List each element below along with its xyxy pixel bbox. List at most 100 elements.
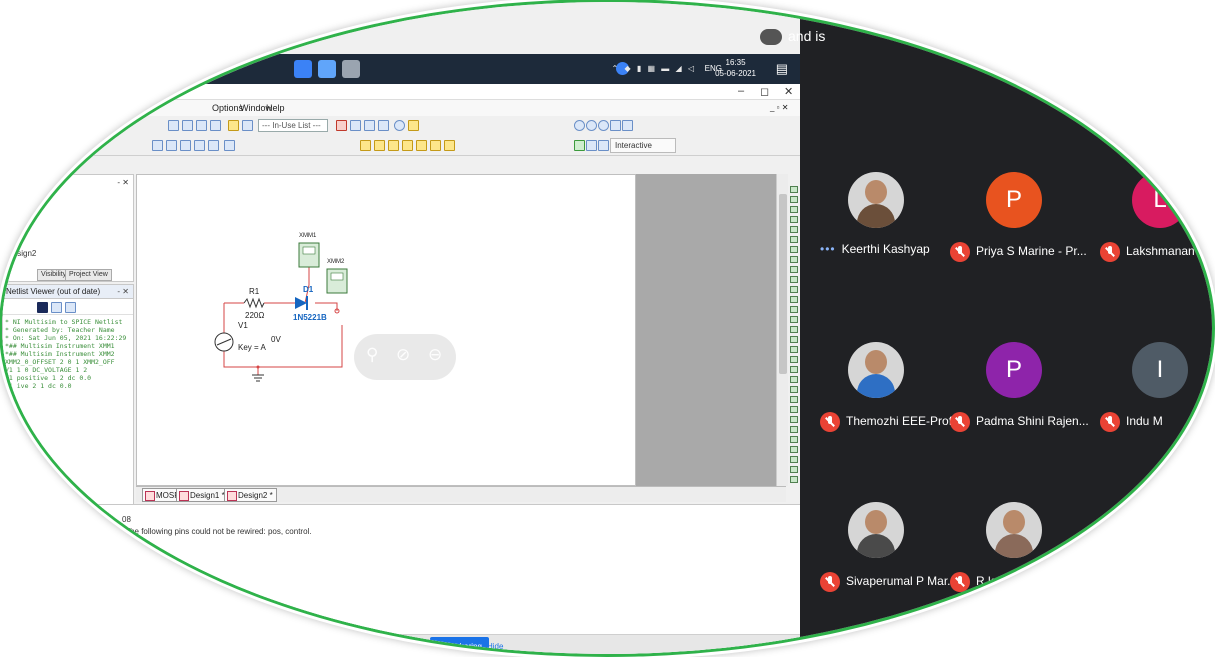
schematic-canvas[interactable]: XMM1 XMM2 R1 220Ω D1 1N5221B V1 0V Key =… (136, 174, 636, 486)
toolbar-button[interactable] (210, 120, 221, 131)
instrument-icon[interactable] (790, 216, 798, 223)
toolbar-button[interactable] (374, 140, 385, 151)
instrument-icon[interactable] (790, 276, 798, 283)
instrument-icon[interactable] (790, 386, 798, 393)
canvas-vertical-scrollbar[interactable] (776, 174, 788, 486)
participant-tile[interactable]: R k kar... (950, 492, 1110, 602)
instrument-icon[interactable] (790, 466, 798, 473)
participant-tile[interactable]: I Indu M (1100, 332, 1212, 442)
interactive-mode-selector[interactable]: Interactive (610, 138, 676, 153)
instrument-icon[interactable] (790, 426, 798, 433)
zoom-in-icon[interactable] (574, 120, 585, 131)
taskbar-app-icon[interactable] (318, 60, 336, 78)
stop-sharing-button[interactable]: Stop sharing (430, 637, 489, 654)
participant-tile[interactable]: P Priya S Marine - Pr... (950, 162, 1110, 272)
notification-icon[interactable]: ▤ (776, 61, 788, 77)
tab-design2[interactable]: Design2 * (224, 488, 277, 502)
toolbox-item[interactable]: ult1 (7, 221, 20, 230)
instrument-icon[interactable] (790, 226, 798, 233)
instrument-icon[interactable] (790, 456, 798, 463)
toolbar-button[interactable] (152, 140, 163, 151)
system-tray-icons[interactable]: ⌃ ◆ ▮ ▦ ▬ ◢ ◁ (612, 64, 696, 73)
pin-icon[interactable]: ⚲ (366, 345, 378, 365)
toolbar-button[interactable] (208, 140, 219, 151)
participant-tile[interactable]: L Lakshmanan sup... (1100, 162, 1212, 272)
tab-project-view[interactable]: Project View (65, 269, 112, 281)
zoom-area-icon[interactable] (598, 120, 609, 131)
help-icon[interactable] (408, 120, 419, 131)
toolbar-button[interactable] (224, 140, 235, 151)
instrument-icon[interactable] (790, 416, 798, 423)
save-icon[interactable] (37, 302, 48, 313)
toolbar-button[interactable] (180, 140, 191, 151)
toolbar-button[interactable] (388, 140, 399, 151)
print-icon[interactable] (65, 302, 76, 313)
instrument-icon[interactable] (790, 186, 798, 193)
toolbar-button[interactable] (402, 140, 413, 151)
toolbar-button[interactable] (336, 120, 347, 131)
taskbar-clock[interactable]: 16:35 05-06-2021 (715, 57, 756, 79)
toolbar-button[interactable] (378, 120, 389, 131)
remove-icon[interactable]: ⊖ (428, 345, 442, 365)
toolbar-button[interactable] (166, 140, 177, 151)
taskbar-app-icon[interactable] (294, 60, 312, 78)
tab-design1[interactable]: Design1 * (176, 488, 229, 502)
restore-icon[interactable]: ◻ (760, 85, 769, 98)
instrument-icon[interactable] (790, 206, 798, 213)
zoom-icon[interactable] (394, 120, 405, 131)
in-use-list-combo[interactable]: --- In-Use List --- (258, 119, 328, 132)
instrument-icon[interactable] (790, 306, 798, 313)
toolbar-button[interactable] (182, 120, 193, 131)
toolbar-button[interactable] (444, 140, 455, 151)
run-simulation-icon[interactable] (574, 140, 585, 151)
instrument-icon[interactable] (790, 266, 798, 273)
instrument-icon[interactable] (790, 346, 798, 353)
instrument-icon[interactable] (790, 476, 798, 483)
instrument-icon[interactable] (790, 196, 798, 203)
toolbar-button[interactable] (168, 120, 179, 131)
toolbar-button[interactable] (194, 140, 205, 151)
toolbar-button[interactable] (360, 140, 371, 151)
toolbar-button[interactable] (196, 120, 207, 131)
instrument-icon[interactable] (790, 366, 798, 373)
instrument-icon[interactable] (790, 236, 798, 243)
mute-icon[interactable]: ⊘ (396, 345, 410, 365)
scrollbar-thumb[interactable] (779, 194, 787, 374)
instrument-icon[interactable] (790, 336, 798, 343)
instrument-icon[interactable] (790, 436, 798, 443)
instrument-icon[interactable] (790, 376, 798, 383)
toolbar-button[interactable] (430, 140, 441, 151)
toolbar-button[interactable] (242, 120, 253, 131)
instrument-icon[interactable] (790, 246, 798, 253)
instrument-icon[interactable] (790, 396, 798, 403)
toolbar-button[interactable] (416, 140, 427, 151)
panel-close-icon[interactable]: - ✕ (117, 178, 129, 187)
menu-item-help[interactable]: Help (266, 103, 285, 113)
mdi-window-controls[interactable]: _ ▫ ✕ (770, 103, 788, 112)
menu-item-options[interactable]: Options (212, 103, 243, 113)
zoom-fit-icon[interactable] (610, 120, 621, 131)
close-icon[interactable]: ✕ (784, 85, 793, 98)
instrument-icon[interactable] (790, 406, 798, 413)
instrument-icon[interactable] (790, 286, 798, 293)
instrument-icon[interactable] (790, 256, 798, 263)
multisim-taskbar-icon[interactable] (342, 60, 360, 78)
toolbar-button[interactable] (350, 120, 361, 131)
toolbox-item[interactable]: Design2 (7, 249, 36, 258)
instrument-icon[interactable] (790, 296, 798, 303)
hide-button[interactable]: Hide (482, 637, 508, 654)
toolbar-button[interactable] (364, 120, 375, 131)
toolbar-button[interactable] (228, 120, 239, 131)
pause-simulation-icon[interactable] (586, 140, 597, 151)
copy-icon[interactable] (51, 302, 62, 313)
minimize-icon[interactable]: – (738, 85, 744, 97)
stop-simulation-icon[interactable] (598, 140, 609, 151)
instrument-icon[interactable] (790, 326, 798, 333)
participant-tile[interactable]: P Padma Shini Rajen... (950, 332, 1110, 442)
instrument-icon[interactable] (790, 446, 798, 453)
instrument-icon[interactable] (790, 316, 798, 323)
instrument-icon[interactable] (790, 356, 798, 363)
zoom-out-icon[interactable] (586, 120, 597, 131)
panel-pin-icon[interactable]: - ✕ (117, 287, 129, 296)
fullscreen-icon[interactable] (622, 120, 633, 131)
